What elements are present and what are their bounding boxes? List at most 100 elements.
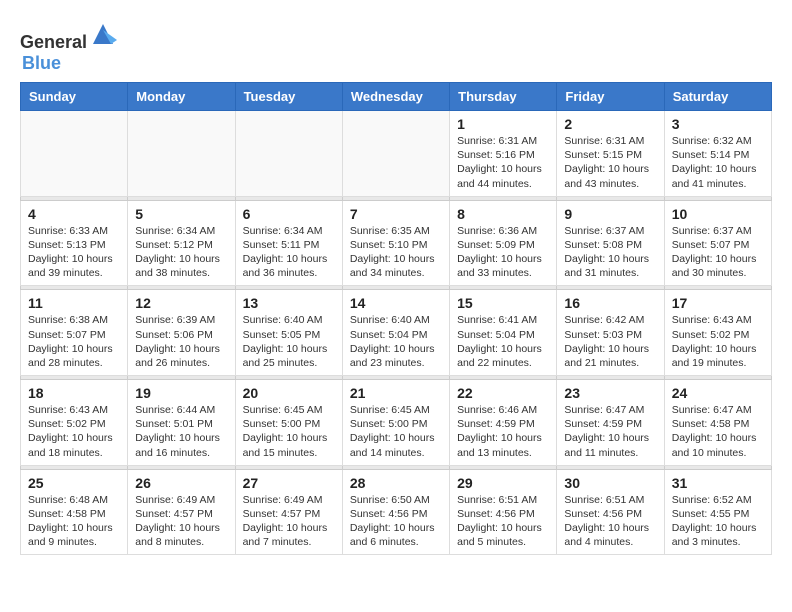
day-number: 30 xyxy=(564,475,656,491)
calendar-cell: 8 Sunrise: 6:36 AMSunset: 5:09 PMDaylight… xyxy=(450,200,557,286)
week-row: 1 Sunrise: 6:31 AMSunset: 5:16 PMDaylight… xyxy=(21,111,772,197)
calendar-cell: 13 Sunrise: 6:40 AMSunset: 5:05 PMDayligh… xyxy=(235,290,342,376)
cell-details: Sunrise: 6:51 AMSunset: 4:56 PMDaylight:… xyxy=(564,493,656,550)
logo-icon xyxy=(89,20,117,48)
week-row: 4 Sunrise: 6:33 AMSunset: 5:13 PMDaylight… xyxy=(21,200,772,286)
cell-details: Sunrise: 6:32 AMSunset: 5:14 PMDaylight:… xyxy=(672,134,764,191)
cell-details: Sunrise: 6:38 AMSunset: 5:07 PMDaylight:… xyxy=(28,313,120,370)
calendar-cell: 21 Sunrise: 6:45 AMSunset: 5:00 PMDayligh… xyxy=(342,380,449,466)
day-number: 31 xyxy=(672,475,764,491)
calendar-cell: 22Sunrise: 6:46 AMSunset: 4:59 PMDayligh… xyxy=(450,380,557,466)
weekday-header: Tuesday xyxy=(235,83,342,111)
calendar-cell xyxy=(235,111,342,197)
cell-details: Sunrise: 6:47 AMSunset: 4:59 PMDaylight:… xyxy=(564,403,656,460)
cell-details: Sunrise: 6:42 AMSunset: 5:03 PMDaylight:… xyxy=(564,313,656,370)
calendar-cell: 11 Sunrise: 6:38 AMSunset: 5:07 PMDayligh… xyxy=(21,290,128,376)
page-header: General Blue xyxy=(20,20,772,74)
calendar-cell: 25Sunrise: 6:48 AMSunset: 4:58 PMDayligh… xyxy=(21,469,128,555)
weekday-header: Thursday xyxy=(450,83,557,111)
calendar-cell: 3 Sunrise: 6:32 AMSunset: 5:14 PMDaylight… xyxy=(664,111,771,197)
day-number: 25 xyxy=(28,475,120,491)
calendar-cell: 7 Sunrise: 6:35 AMSunset: 5:10 PMDaylight… xyxy=(342,200,449,286)
cell-details: Sunrise: 6:40 AMSunset: 5:04 PMDaylight:… xyxy=(350,313,442,370)
calendar-cell: 14 Sunrise: 6:40 AMSunset: 5:04 PMDayligh… xyxy=(342,290,449,376)
cell-details: Sunrise: 6:51 AMSunset: 4:56 PMDaylight:… xyxy=(457,493,549,550)
calendar-cell: 27Sunrise: 6:49 AMSunset: 4:57 PMDayligh… xyxy=(235,469,342,555)
day-number: 28 xyxy=(350,475,442,491)
day-number: 3 xyxy=(672,116,764,132)
calendar-cell: 17 Sunrise: 6:43 AMSunset: 5:02 PMDayligh… xyxy=(664,290,771,376)
cell-details: Sunrise: 6:34 AMSunset: 5:12 PMDaylight:… xyxy=(135,224,227,281)
day-number: 14 xyxy=(350,295,442,311)
day-number: 8 xyxy=(457,206,549,222)
day-number: 1 xyxy=(457,116,549,132)
cell-details: Sunrise: 6:49 AMSunset: 4:57 PMDaylight:… xyxy=(243,493,335,550)
week-row: 18 Sunrise: 6:43 AMSunset: 5:02 PMDayligh… xyxy=(21,380,772,466)
day-number: 6 xyxy=(243,206,335,222)
cell-details: Sunrise: 6:45 AMSunset: 5:00 PMDaylight:… xyxy=(350,403,442,460)
calendar-cell: 12 Sunrise: 6:39 AMSunset: 5:06 PMDayligh… xyxy=(128,290,235,376)
cell-details: Sunrise: 6:39 AMSunset: 5:06 PMDaylight:… xyxy=(135,313,227,370)
weekday-header: Wednesday xyxy=(342,83,449,111)
calendar-cell xyxy=(128,111,235,197)
calendar-cell: 19 Sunrise: 6:44 AMSunset: 5:01 PMDayligh… xyxy=(128,380,235,466)
day-number: 9 xyxy=(564,206,656,222)
day-number: 11 xyxy=(28,295,120,311)
calendar-cell: 20 Sunrise: 6:45 AMSunset: 5:00 PMDayligh… xyxy=(235,380,342,466)
day-number: 16 xyxy=(564,295,656,311)
cell-details: Sunrise: 6:49 AMSunset: 4:57 PMDaylight:… xyxy=(135,493,227,550)
weekday-header: Saturday xyxy=(664,83,771,111)
calendar-cell: 28 Sunrise: 6:50 AMSunset: 4:56 PMDayligh… xyxy=(342,469,449,555)
logo-text: General Blue xyxy=(20,20,117,74)
cell-details: Sunrise: 6:35 AMSunset: 5:10 PMDaylight:… xyxy=(350,224,442,281)
week-row: 11 Sunrise: 6:38 AMSunset: 5:07 PMDayligh… xyxy=(21,290,772,376)
day-number: 4 xyxy=(28,206,120,222)
cell-details: Sunrise: 6:31 AMSunset: 5:16 PMDaylight:… xyxy=(457,134,549,191)
calendar-cell xyxy=(21,111,128,197)
weekday-header: Sunday xyxy=(21,83,128,111)
calendar-cell: 16 Sunrise: 6:42 AMSunset: 5:03 PMDayligh… xyxy=(557,290,664,376)
cell-details: Sunrise: 6:31 AMSunset: 5:15 PMDaylight:… xyxy=(564,134,656,191)
cell-details: Sunrise: 6:36 AMSunset: 5:09 PMDaylight:… xyxy=(457,224,549,281)
day-number: 15 xyxy=(457,295,549,311)
day-number: 23 xyxy=(564,385,656,401)
day-number: 12 xyxy=(135,295,227,311)
cell-details: Sunrise: 6:40 AMSunset: 5:05 PMDaylight:… xyxy=(243,313,335,370)
calendar-cell: 4 Sunrise: 6:33 AMSunset: 5:13 PMDaylight… xyxy=(21,200,128,286)
cell-details: Sunrise: 6:46 AMSunset: 4:59 PMDaylight:… xyxy=(457,403,549,460)
day-number: 10 xyxy=(672,206,764,222)
calendar-cell: 18 Sunrise: 6:43 AMSunset: 5:02 PMDayligh… xyxy=(21,380,128,466)
cell-details: Sunrise: 6:43 AMSunset: 5:02 PMDaylight:… xyxy=(672,313,764,370)
day-number: 13 xyxy=(243,295,335,311)
day-number: 2 xyxy=(564,116,656,132)
cell-details: Sunrise: 6:34 AMSunset: 5:11 PMDaylight:… xyxy=(243,224,335,281)
day-number: 18 xyxy=(28,385,120,401)
week-row: 25Sunrise: 6:48 AMSunset: 4:58 PMDayligh… xyxy=(21,469,772,555)
calendar-cell: 31 Sunrise: 6:52 AMSunset: 4:55 PMDayligh… xyxy=(664,469,771,555)
calendar-cell: 2 Sunrise: 6:31 AMSunset: 5:15 PMDaylight… xyxy=(557,111,664,197)
logo-blue: Blue xyxy=(22,53,61,73)
calendar-cell xyxy=(342,111,449,197)
cell-details: Sunrise: 6:33 AMSunset: 5:13 PMDaylight:… xyxy=(28,224,120,281)
calendar-cell: 23 Sunrise: 6:47 AMSunset: 4:59 PMDayligh… xyxy=(557,380,664,466)
day-number: 24 xyxy=(672,385,764,401)
calendar-cell: 9 Sunrise: 6:37 AMSunset: 5:08 PMDaylight… xyxy=(557,200,664,286)
calendar-cell: 1 Sunrise: 6:31 AMSunset: 5:16 PMDaylight… xyxy=(450,111,557,197)
calendar-cell: 24Sunrise: 6:47 AMSunset: 4:58 PMDayligh… xyxy=(664,380,771,466)
cell-details: Sunrise: 6:41 AMSunset: 5:04 PMDaylight:… xyxy=(457,313,549,370)
day-number: 7 xyxy=(350,206,442,222)
cell-details: Sunrise: 6:52 AMSunset: 4:55 PMDaylight:… xyxy=(672,493,764,550)
day-number: 19 xyxy=(135,385,227,401)
cell-details: Sunrise: 6:44 AMSunset: 5:01 PMDaylight:… xyxy=(135,403,227,460)
day-number: 20 xyxy=(243,385,335,401)
cell-details: Sunrise: 6:45 AMSunset: 5:00 PMDaylight:… xyxy=(243,403,335,460)
day-number: 21 xyxy=(350,385,442,401)
cell-details: Sunrise: 6:43 AMSunset: 5:02 PMDaylight:… xyxy=(28,403,120,460)
day-number: 5 xyxy=(135,206,227,222)
logo-general: General xyxy=(20,32,87,52)
cell-details: Sunrise: 6:37 AMSunset: 5:08 PMDaylight:… xyxy=(564,224,656,281)
cell-details: Sunrise: 6:50 AMSunset: 4:56 PMDaylight:… xyxy=(350,493,442,550)
day-number: 17 xyxy=(672,295,764,311)
weekday-header-row: SundayMondayTuesdayWednesdayThursdayFrid… xyxy=(21,83,772,111)
calendar-cell: 29Sunrise: 6:51 AMSunset: 4:56 PMDayligh… xyxy=(450,469,557,555)
